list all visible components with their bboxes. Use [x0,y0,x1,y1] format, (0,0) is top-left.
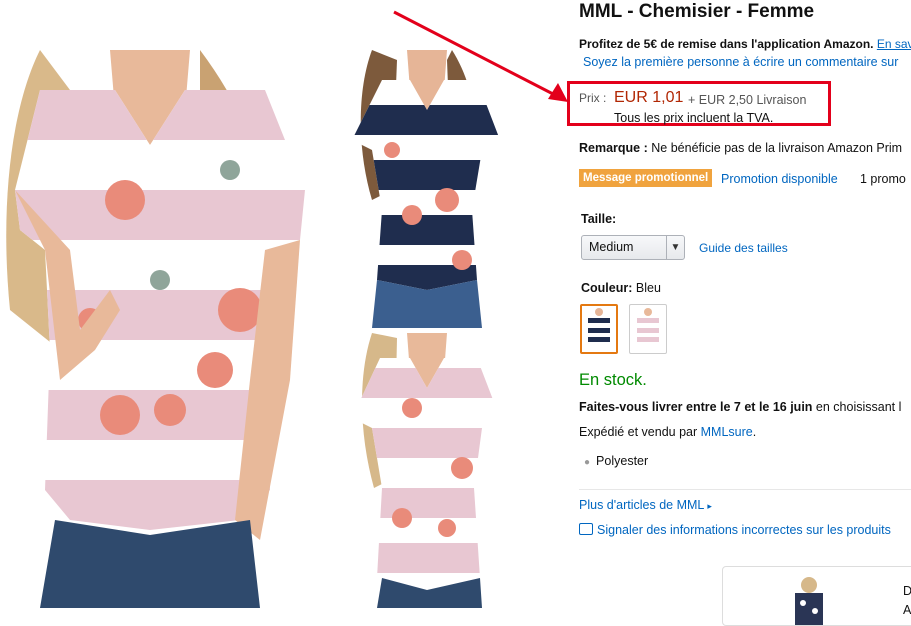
report-label: Signaler des informations incorrectes su… [597,523,891,537]
bullet-dot-icon: ● [584,457,591,468]
divider [579,489,911,490]
ad-text-line-1: D [903,584,911,598]
more-from-brand-label: Plus d'articles de MML [579,498,704,512]
main-product-image[interactable] [0,50,310,608]
product-title: MML - Chemisier - Femme [579,1,815,22]
app-offer-text: Profitez de 5€ de remise dans l'applicat… [579,37,874,51]
sold-by-period: . [752,425,757,439]
color-value: Bleu [635,281,661,295]
color-label: Couleur: Bleu [581,281,661,295]
more-from-brand-link[interactable]: Plus d'articles de MML ▸ [579,498,712,512]
feature-text: Polyester [596,454,649,468]
sponsored-product-card[interactable] [722,566,911,626]
size-guide-link[interactable]: Guide des tailles [699,241,788,255]
chevron-down-icon: ▼ [666,236,684,259]
feature-bullet: ● Polyester [584,454,648,468]
size-selected-value: Medium [589,240,634,254]
promotion-link[interactable]: Promotion disponible [721,172,838,186]
size-select[interactable]: Medium ▼ [581,235,685,260]
size-label: Taille: [581,212,617,226]
sold-by-prefix: Expédié et vendu par [579,425,698,439]
remark-text: Ne bénéficie pas de la livraison Amazon … [651,141,903,155]
delivery-info: Faites-vous livrer entre le 7 et le 16 j… [579,400,901,414]
report-incorrect-info-link[interactable]: Signaler des informations incorrectes su… [579,523,891,537]
promotion-count: 1 promo [860,172,906,186]
sold-by: Expédié et vendu par MMLsure. [579,425,756,439]
color-swatch-pink[interactable] [629,304,667,354]
app-offer: Profitez de 5€ de remise dans l'applicat… [579,37,911,51]
chevron-right-icon: ▸ [707,501,712,511]
delivery-rest: en choisissant l [815,400,902,414]
remark: Remarque : Ne bénéficie pas de la livrai… [579,141,902,155]
annotation-arrow [393,10,568,102]
write-review-link[interactable]: Soyez la première personne à écrire un c… [583,55,898,69]
price-label: Prix : [579,91,607,105]
tax-note: Tous les prix incluent la TVA. [614,111,774,125]
color-label-title: Couleur: [581,281,633,295]
app-offer-link[interactable]: En sav [877,37,911,51]
stock-status: En stock. [579,371,647,389]
seller-link[interactable]: MMLsure [701,425,753,439]
color-swatch-blue[interactable] [580,304,618,354]
price-value: EUR 1,01 [614,89,684,106]
remark-label: Remarque : [579,141,648,155]
speech-bubble-icon [579,523,593,535]
delivery-dates: Faites-vous livrer entre le 7 et le 16 j… [579,400,813,414]
ad-text-line-2: A [903,603,911,617]
promo-badge: Message promotionnel [579,169,713,187]
thumbnail-image-pink[interactable] [352,328,500,608]
shipping-cost: + EUR 2,50 Livraison [688,93,807,107]
